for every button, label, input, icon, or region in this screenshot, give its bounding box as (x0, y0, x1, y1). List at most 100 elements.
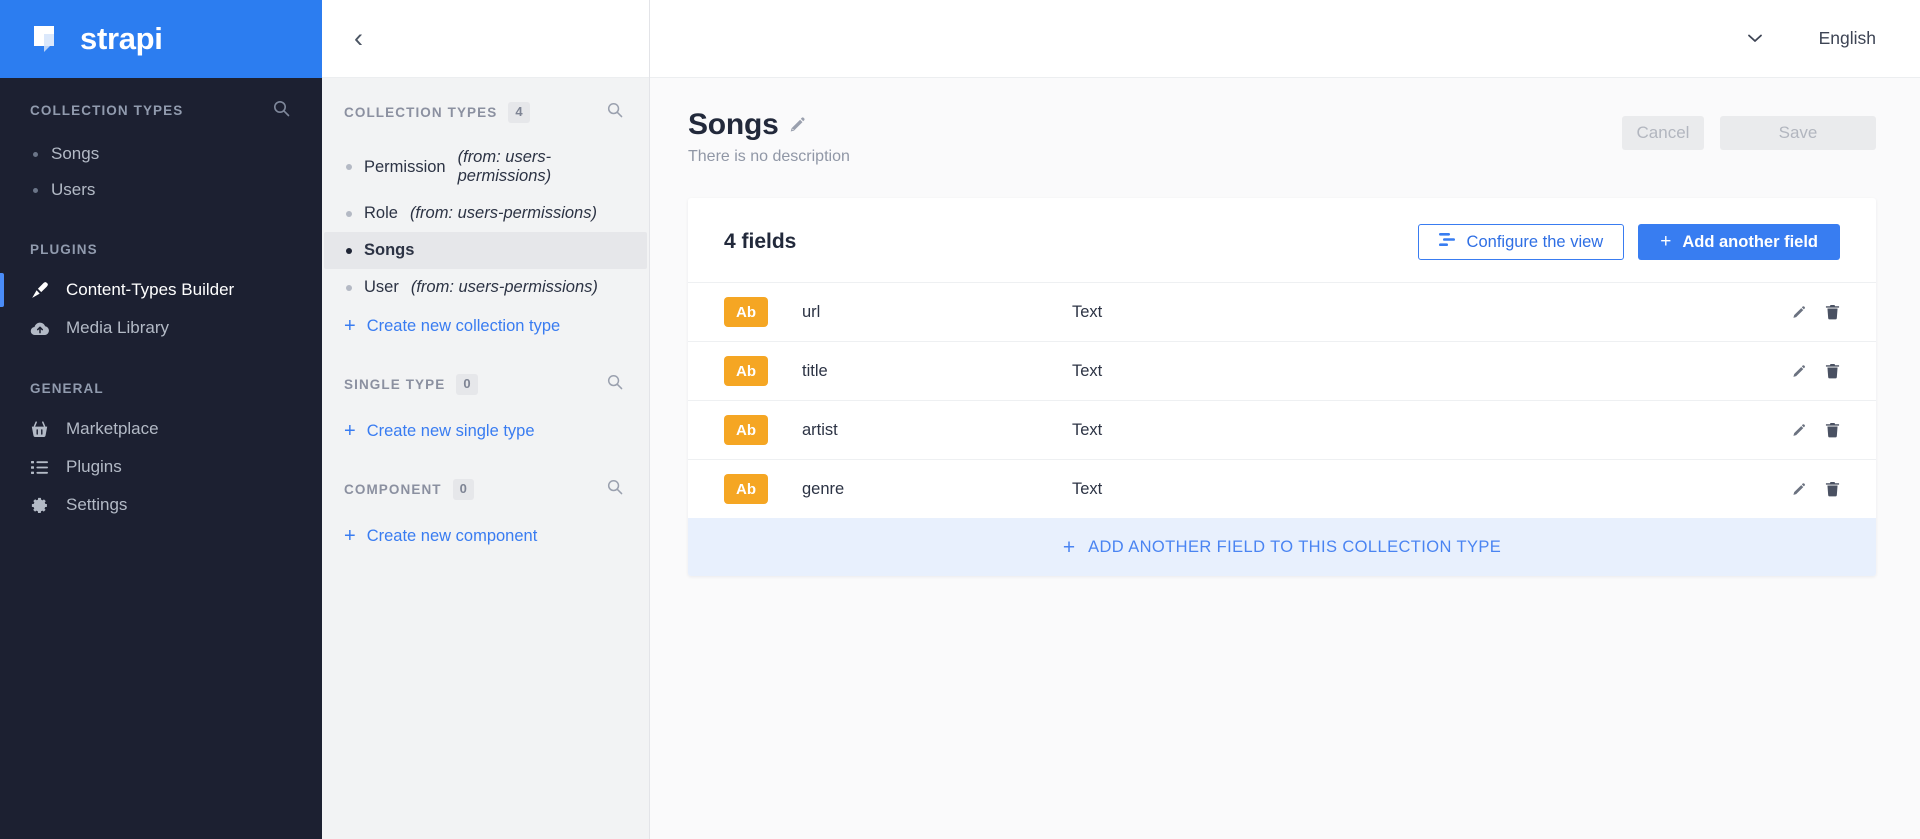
list-item-origin: (from: users-permissions) (409, 204, 597, 222)
language-selector[interactable]: English (1819, 28, 1876, 49)
field-type: Text (1072, 420, 1103, 439)
plus-icon: + (1660, 231, 1672, 252)
sidebar-item-label: Songs (51, 144, 100, 163)
create-new-collection-type-link[interactable]: + Create new collection type (322, 306, 649, 346)
sidebar-collection-types-label: COLLECTION TYPES (30, 102, 184, 118)
app-root: strapi COLLECTION TYPES Songs Users PLUG… (0, 0, 1920, 839)
save-button[interactable]: Save (1720, 116, 1876, 150)
add-another-field-label: Add another field (1682, 232, 1818, 251)
table-row[interactable]: Ab title Text (688, 341, 1876, 400)
sidebar-item-label: Content-Types Builder (66, 280, 235, 299)
list-item[interactable]: Permission (from: users-permissions) (324, 139, 647, 195)
bullet-icon (33, 151, 38, 157)
sidebar-item-marketplace[interactable]: Marketplace (0, 410, 322, 448)
create-new-component-link[interactable]: + Create new component (322, 516, 649, 556)
fields-card: 4 fields Configure the view + Add anothe… (688, 198, 1876, 576)
pencil-icon[interactable] (789, 116, 807, 134)
page-description: There is no description (688, 148, 850, 165)
create-new-single-type-link[interactable]: + Create new single type (322, 411, 649, 451)
top-bar: English (650, 0, 1920, 78)
group-count-badge: 0 (452, 479, 474, 500)
add-another-field-button[interactable]: + Add another field (1638, 224, 1840, 260)
sidebar-item-users[interactable]: Users (0, 172, 322, 208)
sidebar-item-label: Plugins (66, 457, 122, 476)
sidebar-item-plugins[interactable]: Plugins (0, 448, 322, 486)
shopping-basket-icon (29, 420, 50, 439)
sliders-icon (1438, 232, 1456, 252)
list-item-name: Permission (364, 157, 446, 176)
trash-icon[interactable] (1825, 304, 1840, 320)
field-name: title (802, 361, 828, 380)
paintbrush-icon (29, 281, 50, 300)
table-row[interactable]: Ab genre Text (688, 459, 1876, 518)
field-name: url (802, 302, 821, 321)
content-type-list-panel: ‹ COLLECTION TYPES 4 Permission (from: u… (322, 0, 650, 839)
sidebar-scroll: COLLECTION TYPES Songs Users PLUGINS Con… (0, 78, 322, 839)
list-item-name: Songs (364, 241, 415, 259)
plus-icon: + (344, 420, 356, 442)
sidebar-item-settings[interactable]: Settings (0, 486, 322, 524)
list-item-songs[interactable]: Songs (324, 232, 647, 269)
sidebar-item-label: Settings (66, 495, 128, 514)
group-title: COLLECTION TYPES (344, 105, 498, 120)
pencil-icon[interactable] (1792, 482, 1807, 497)
sidebar-item-label: Marketplace (66, 419, 159, 438)
strapi-logo-icon (32, 24, 66, 54)
field-name: genre (802, 479, 845, 498)
text-type-badge-icon: Ab (724, 415, 768, 445)
table-row[interactable]: Ab artist Text (688, 400, 1876, 459)
brand-header[interactable]: strapi (0, 0, 322, 78)
midpanel-group-header-component: COMPONENT 0 (322, 479, 649, 500)
sidebar-item-content-types-builder[interactable]: Content-Types Builder (0, 271, 322, 309)
list-item[interactable]: User (from: users-permissions) (324, 269, 647, 306)
text-type-badge-icon: Ab (724, 356, 768, 386)
bullet-icon (346, 164, 352, 170)
pencil-icon[interactable] (1792, 364, 1807, 379)
group-count-badge: 4 (508, 102, 530, 123)
sidebar-item-media-library[interactable]: Media Library (0, 309, 322, 347)
search-icon[interactable] (273, 100, 290, 120)
chevron-left-icon[interactable]: ‹ (354, 25, 363, 52)
list-icon (29, 458, 50, 477)
page-title: Songs (688, 108, 779, 141)
create-link-label: Create new single type (366, 421, 535, 440)
field-type: Text (1072, 302, 1103, 321)
chevron-down-icon[interactable] (1747, 32, 1763, 46)
add-another-field-to-collection-type-button[interactable]: + ADD ANOTHER FIELD TO THIS COLLECTION T… (688, 518, 1876, 576)
table-row[interactable]: Ab url Text (688, 282, 1876, 341)
field-type: Text (1072, 479, 1103, 498)
sidebar-section-general-label: GENERAL (30, 381, 104, 396)
configure-the-view-button[interactable]: Configure the view (1417, 224, 1625, 260)
midpanel-group-header-single-type: SINGLE TYPE 0 (322, 374, 649, 395)
pencil-icon[interactable] (1792, 305, 1807, 320)
sidebar-item-label: Users (51, 180, 96, 199)
plus-icon: + (344, 315, 356, 337)
cancel-button[interactable]: Cancel (1622, 116, 1704, 150)
field-name: artist (802, 420, 838, 439)
sidebar-section-plugins-label: PLUGINS (30, 242, 98, 257)
sidebar-item-songs[interactable]: Songs (0, 136, 322, 172)
brand-name: strapi (80, 21, 163, 56)
field-type: Text (1072, 361, 1103, 380)
pencil-icon[interactable] (1792, 423, 1807, 438)
bullet-icon (33, 187, 38, 193)
page-actions: Cancel Save (1622, 108, 1876, 150)
trash-icon[interactable] (1825, 363, 1840, 379)
search-icon[interactable] (607, 102, 623, 123)
group-count-badge: 0 (456, 374, 478, 395)
main-content: Songs There is no description Cancel Sav… (650, 78, 1920, 839)
group-title: COMPONENT (344, 482, 442, 497)
list-item[interactable]: Role (from: users-permissions) (324, 195, 647, 232)
midpanel-topbar: ‹ (322, 0, 649, 78)
list-item-origin: (from: users-permissions) (457, 148, 552, 185)
fields-card-header: 4 fields Configure the view + Add anothe… (688, 198, 1876, 282)
search-icon[interactable] (607, 479, 623, 500)
trash-icon[interactable] (1825, 481, 1840, 497)
trash-icon[interactable] (1825, 422, 1840, 438)
plus-icon: + (1062, 535, 1076, 559)
text-type-badge-icon: Ab (724, 297, 768, 327)
search-icon[interactable] (607, 374, 623, 395)
gear-icon (29, 496, 50, 515)
